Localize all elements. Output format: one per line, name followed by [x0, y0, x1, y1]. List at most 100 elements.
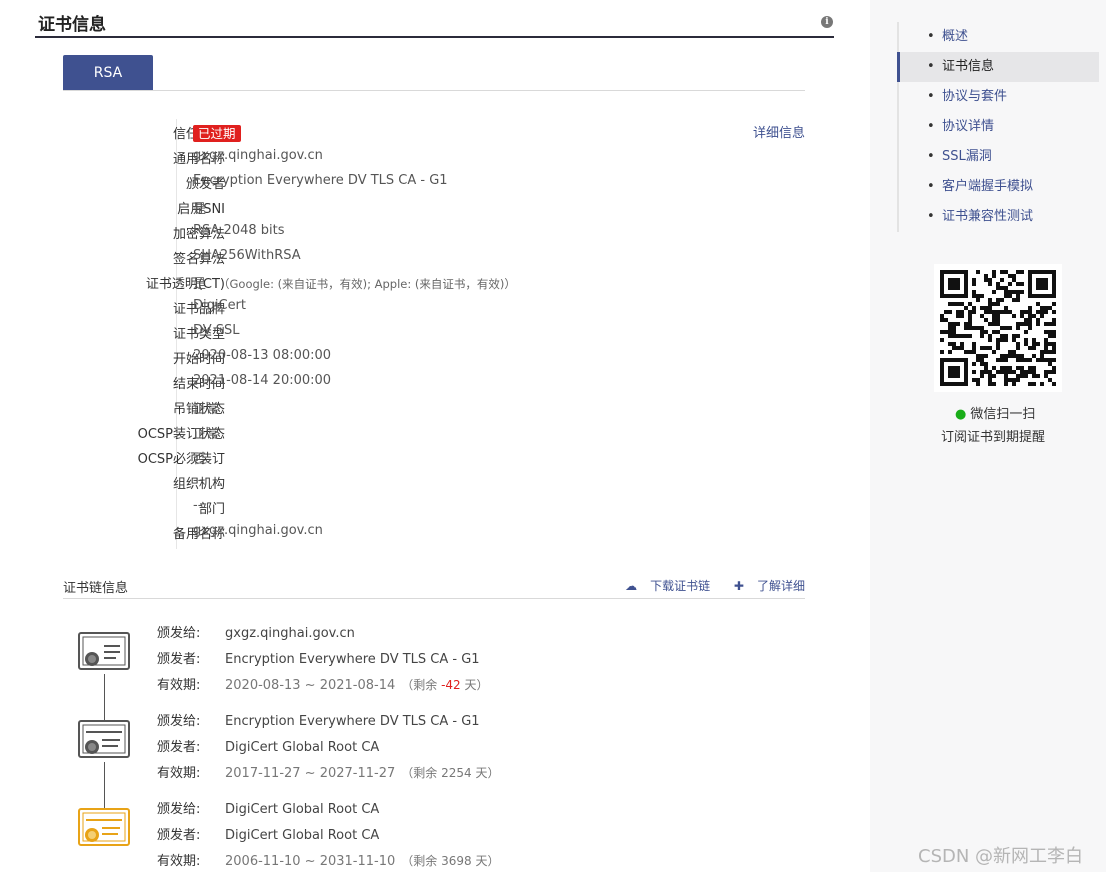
- field-row: 开始时间 2020-08-13 08:00:00: [63, 344, 805, 369]
- issued-to-value: Encryption Everywhere DV TLS CA - G1: [225, 714, 480, 729]
- toc-item[interactable]: • 证书兼容性测试: [897, 202, 1099, 232]
- toc-item[interactable]: • SSL漏洞: [897, 142, 1099, 172]
- learn-more-label: 了解详细: [756, 579, 805, 593]
- bullet-icon: •: [927, 89, 935, 104]
- remaining-prefix: （剩余: [401, 854, 442, 868]
- toc-item-label: 证书信息: [942, 59, 995, 74]
- field-value-text: --: [193, 473, 203, 488]
- field-row: OCSP必须装订否: [63, 444, 805, 469]
- field-value: 正常: [193, 423, 219, 442]
- toc-item[interactable]: • 客户端握手模拟: [897, 172, 1099, 202]
- field-value-text: 2021-08-14 20:00:00: [193, 373, 332, 388]
- qr-code: [934, 264, 1062, 392]
- chain-label: 有效期:: [157, 766, 201, 781]
- field-row: 通用名称 gxgz.qinghai.gov.cn: [63, 144, 805, 169]
- field-row: 部门 --: [63, 494, 805, 519]
- toc-item-label: 客户端握手模拟: [942, 179, 1034, 194]
- toc-item-label: SSL漏洞: [942, 149, 992, 164]
- toc-item-label: 协议详情: [942, 119, 995, 134]
- main-panel: 证书信息 i RSA 详细信息 信任状态已过期通用名称gxgz.qinghai.…: [0, 0, 870, 872]
- bullet-icon: •: [927, 29, 935, 44]
- field-row: 结束时间 2021-08-14 20:00:00: [63, 369, 805, 394]
- field-value: 是: [193, 198, 206, 217]
- field-value-text: Encryption Everywhere DV TLS CA - G1: [193, 173, 448, 188]
- field-value: DV SSL: [193, 323, 240, 338]
- toc-item[interactable]: • 协议与套件: [897, 82, 1099, 112]
- field-row: 组织机构 --: [63, 469, 805, 494]
- field-label: 启用SNI: [177, 202, 225, 217]
- toc-item-label: 概述: [942, 29, 969, 44]
- field-value-text: 正常: [193, 402, 220, 417]
- remaining-days: 2254: [441, 766, 472, 780]
- plus-icon: ✚: [733, 579, 744, 593]
- field-value-text: 是: [193, 202, 207, 217]
- field-value: RSA 2048 bits: [193, 223, 285, 238]
- field-value: 已过期: [193, 123, 241, 142]
- chain-connector: [104, 762, 105, 808]
- field-value-text: RSA 2048 bits: [193, 223, 285, 238]
- field-value-text: --: [193, 498, 203, 513]
- field-row: 信任状态已过期: [63, 119, 805, 144]
- field-value-text: DigiCert: [193, 298, 247, 313]
- root-certificate-icon: [78, 808, 130, 846]
- field-row: 吊销状态 正常: [63, 394, 805, 419]
- chain-label: 颁发给:: [157, 802, 201, 817]
- chain-label: 颁发者:: [157, 828, 201, 843]
- field-row: 证书透明(CT) 是（Google: (来自证书，有效); Apple: (来自证…: [63, 269, 805, 294]
- ct-details: （Google: (来自证书，有效); Apple: (来自证书，有效)）: [218, 277, 516, 291]
- field-value: SHA256WithRSA: [193, 248, 301, 263]
- field-value: 2020-08-13 08:00:00: [193, 348, 331, 363]
- toc-item[interactable]: • 协议详情: [897, 112, 1099, 142]
- issuer-value: Encryption Everywhere DV TLS CA - G1: [225, 652, 480, 667]
- chain-label: 有效期:: [157, 854, 201, 869]
- chain-label: 颁发者:: [157, 652, 201, 667]
- learn-more-button[interactable]: ✚ 了解详细: [724, 579, 805, 593]
- remaining-suffix: 天）: [460, 678, 489, 692]
- field-value: 正常: [193, 398, 219, 417]
- chain-validity: 有效期: 2006-11-10 ~ 2031-11-10 （剩余 3698 天）: [157, 850, 499, 869]
- info-icon[interactable]: i: [821, 16, 833, 28]
- validity-value: 2006-11-10 ~ 2031-11-10: [225, 854, 396, 869]
- field-value: DigiCert: [193, 298, 246, 313]
- chain-validity: 有效期: 2017-11-27 ~ 2027-11-27 （剩余 2254 天）: [157, 762, 499, 781]
- chain-validity: 有效期: 2020-08-13 ~ 2021-08-14 （剩余 -42 天）: [157, 674, 489, 693]
- subscribe-reminder: 订阅证书到期提醒: [941, 430, 1046, 445]
- status-badge: 已过期: [193, 125, 241, 142]
- watermark: CSDN @新网工李白: [918, 846, 1084, 867]
- toc-item-label: 证书兼容性测试: [942, 209, 1034, 224]
- chain-divider: [63, 598, 805, 599]
- field-row: 证书类型 DV SSL: [63, 319, 805, 344]
- field-value: gxgz.qinghai.gov.cn: [193, 148, 323, 163]
- remaining-suffix: 天）: [471, 854, 500, 868]
- section-divider: [35, 36, 834, 38]
- chain-label: 颁发给:: [157, 626, 201, 641]
- tab-rsa[interactable]: RSA: [63, 55, 153, 91]
- certificate-fields: 信任状态已过期通用名称gxgz.qinghai.gov.cn颁发者Encrypt…: [63, 119, 805, 544]
- intermediate-certificate-icon: [78, 720, 130, 758]
- remaining-prefix: （剩余: [401, 678, 442, 692]
- field-value: gxgz.qinghai.gov.cn: [193, 523, 323, 538]
- issuer-value: DigiCert Global Root CA: [225, 828, 380, 843]
- remaining-days: 3698: [441, 854, 472, 868]
- field-row: 签名算法 SHA256WithRSA: [63, 244, 805, 269]
- download-chain-label: 下载证书链: [650, 579, 711, 593]
- download-chain-button[interactable]: ☁ 下载证书链: [615, 579, 710, 593]
- chain-label: 颁发给:: [157, 714, 201, 729]
- field-value: 否: [193, 448, 206, 467]
- bullet-icon: •: [927, 119, 935, 134]
- chain-title: 证书链信息: [63, 581, 129, 596]
- field-value-text: 2020-08-13 08:00:00: [193, 348, 332, 363]
- chain-actions: ☁ 下载证书链 ✚ 了解详细: [605, 577, 805, 594]
- toc-item[interactable]: • 概述: [897, 22, 1099, 52]
- field-value-text: DV SSL: [193, 323, 240, 338]
- issued-to-value: DigiCert Global Root CA: [225, 802, 380, 817]
- validity-value: 2020-08-13 ~ 2021-08-14: [225, 678, 396, 693]
- toc-item[interactable]: • 证书信息: [897, 52, 1099, 82]
- field-value: --: [193, 498, 202, 513]
- issued-to-value: gxgz.qinghai.gov.cn: [225, 626, 355, 641]
- bullet-icon: •: [927, 209, 935, 224]
- field-value-text: SHA256WithRSA: [193, 248, 301, 263]
- cloud-download-icon: ☁: [625, 579, 638, 593]
- remaining-suffix: 天）: [471, 766, 500, 780]
- tab-divider: [63, 90, 805, 91]
